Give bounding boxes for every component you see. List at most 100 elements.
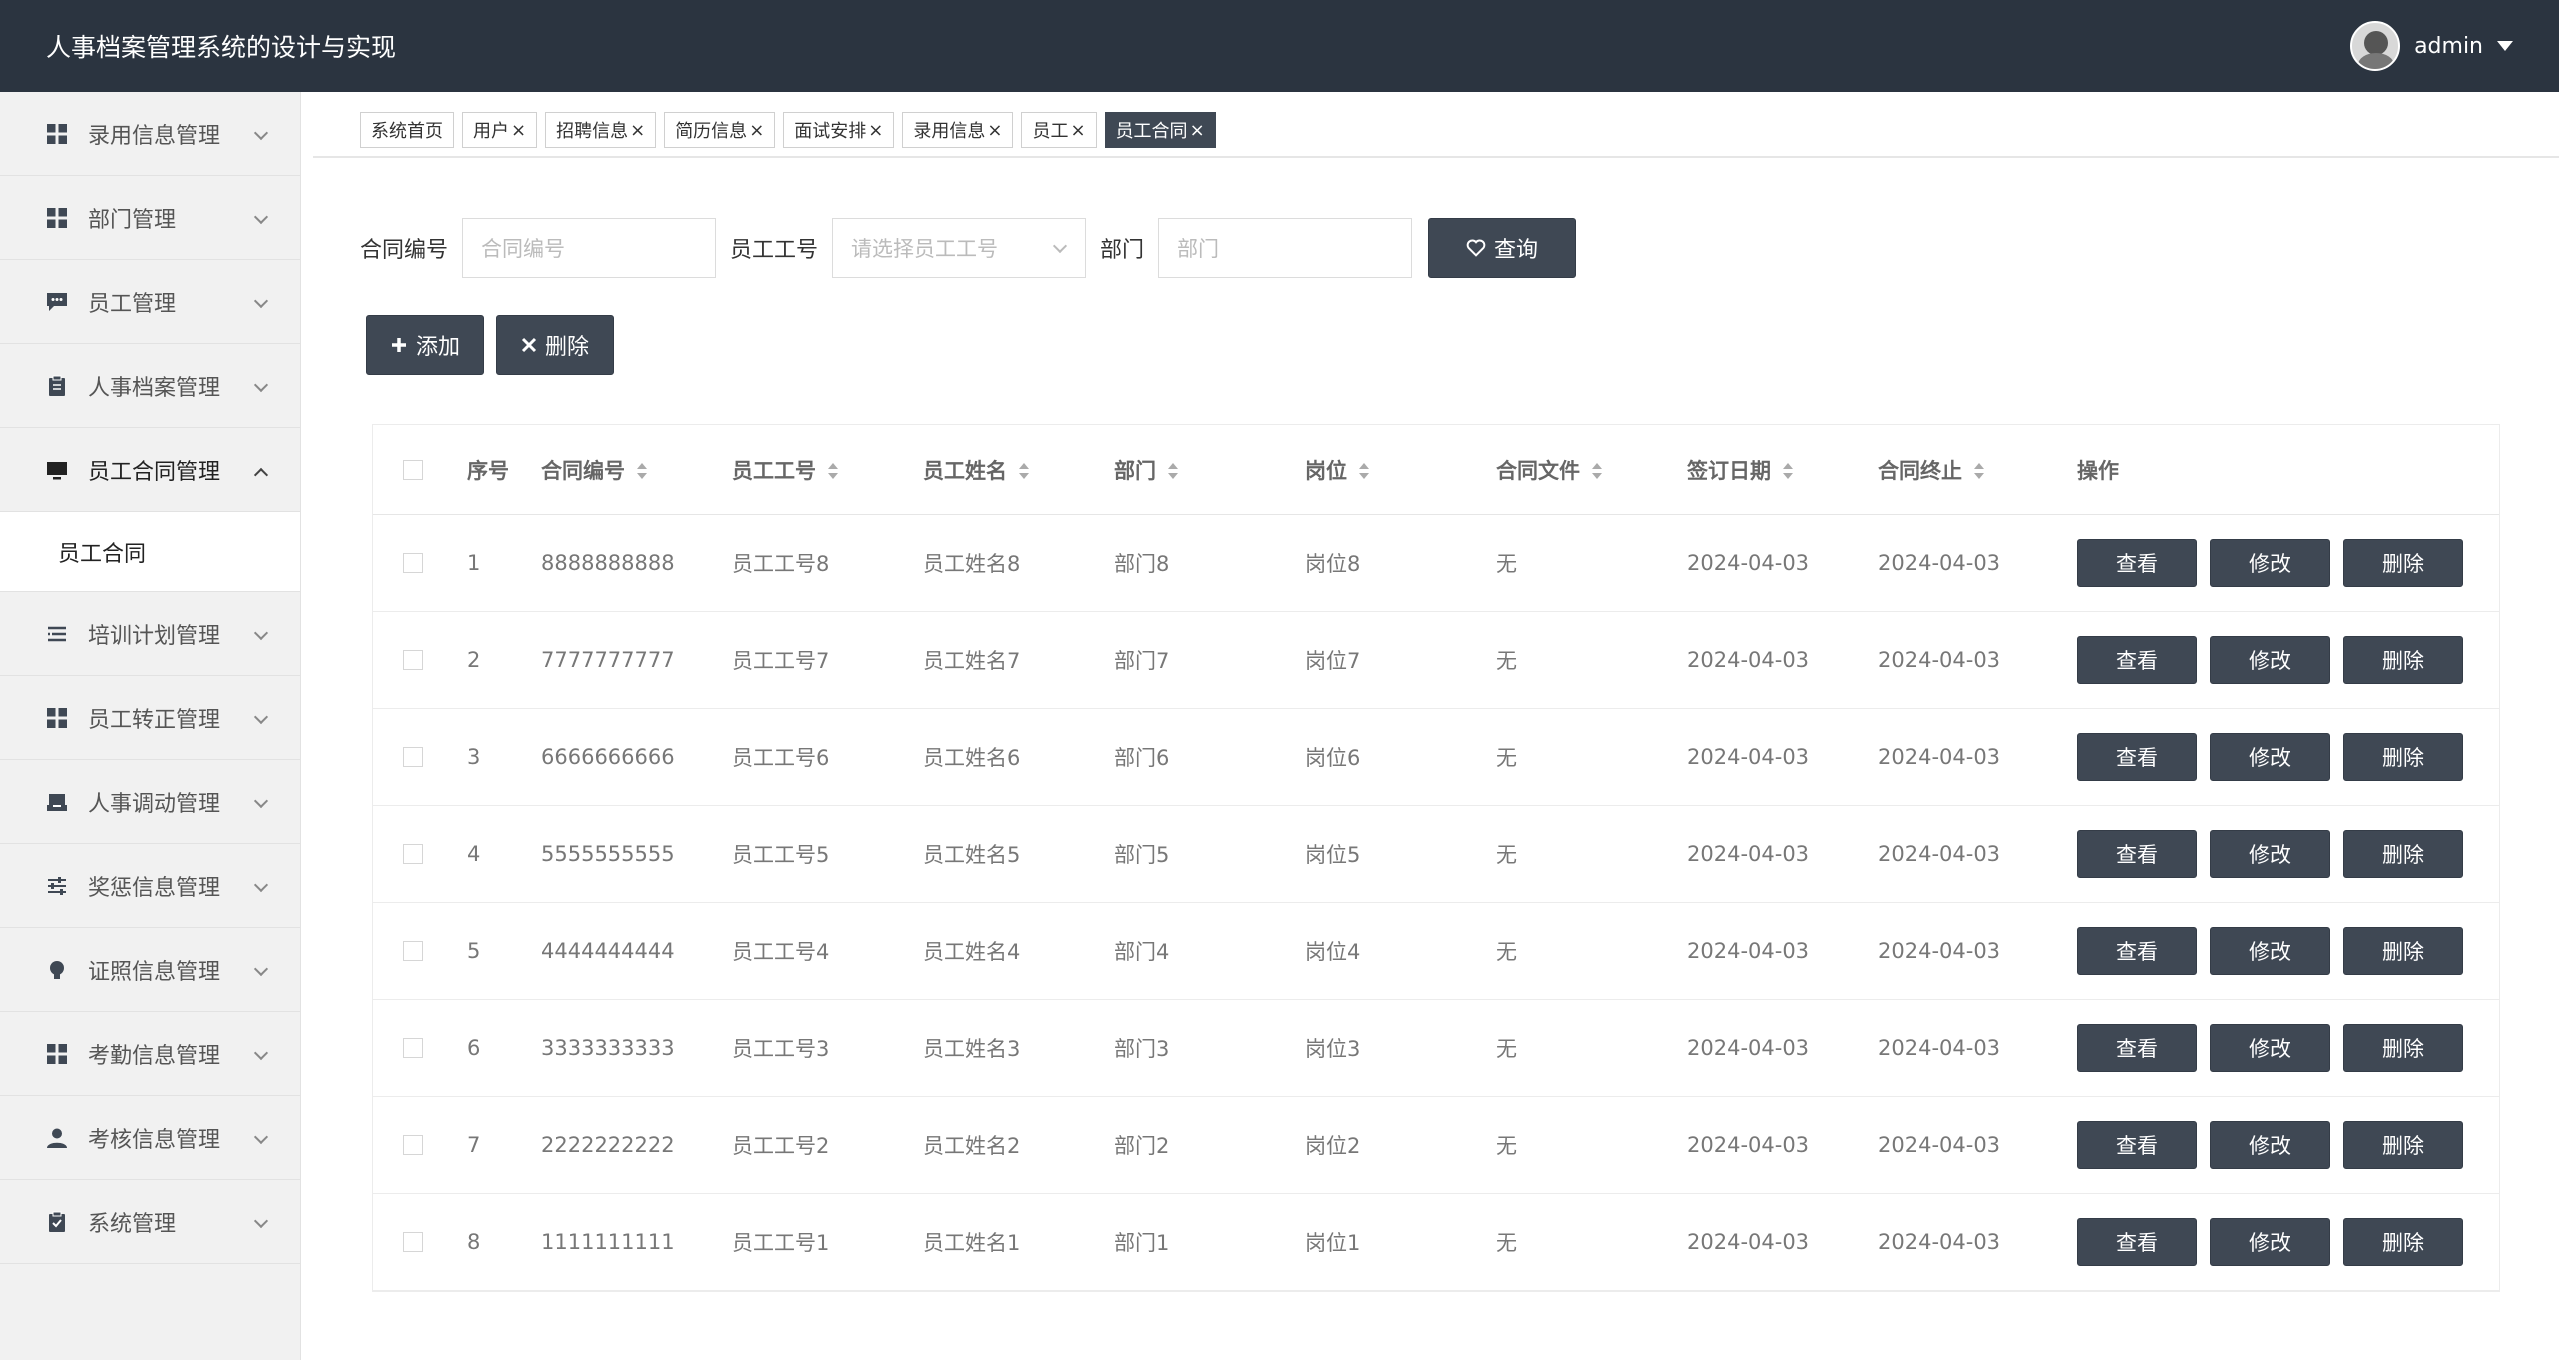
tab-7[interactable]: 员工合同 × — [1104, 112, 1216, 148]
sidebar-item-10[interactable]: 考勤信息管理 — [0, 1012, 300, 1096]
username-label[interactable]: admin — [2414, 34, 2483, 59]
row-checkbox[interactable] — [373, 553, 467, 573]
row-checkbox[interactable] — [373, 747, 467, 767]
th-sign-date[interactable]: 签订日期 — [1687, 455, 1878, 485]
checkbox-box[interactable] — [403, 941, 423, 961]
view-button[interactable]: 查看 — [2077, 733, 2197, 781]
checkbox-box[interactable] — [403, 1038, 423, 1058]
checkbox-box[interactable] — [403, 553, 423, 573]
tab-close-icon[interactable]: × — [511, 120, 526, 141]
view-button[interactable]: 查看 — [2077, 539, 2197, 587]
row-checkbox[interactable] — [373, 1038, 467, 1058]
th-emp-name[interactable]: 员工姓名 — [923, 455, 1114, 485]
emp-no-select[interactable]: 请选择员工工号 — [832, 218, 1087, 278]
tab-6[interactable]: 员工 × — [1021, 112, 1097, 148]
sort-icon[interactable] — [1974, 462, 1984, 481]
dept-input[interactable]: 部门 — [1158, 218, 1413, 278]
edit-button[interactable]: 修改 — [2210, 636, 2330, 684]
row-checkbox[interactable] — [373, 844, 467, 864]
checkbox-box[interactable] — [403, 650, 423, 670]
chevron-down-icon — [253, 293, 269, 309]
edit-button[interactable]: 修改 — [2210, 927, 2330, 975]
th-contract-no[interactable]: 合同编号 — [541, 455, 732, 485]
row-checkbox[interactable] — [373, 941, 467, 961]
view-button[interactable]: 查看 — [2077, 927, 2197, 975]
sidebar-item-8[interactable]: 奖惩信息管理 — [0, 844, 300, 928]
query-button[interactable]: 查询 — [1428, 218, 1577, 278]
row-delete-button[interactable]: 删除 — [2343, 636, 2463, 684]
sidebar-item-9[interactable]: 证照信息管理 — [0, 928, 300, 1012]
avatar[interactable] — [2350, 21, 2401, 71]
tab-close-icon[interactable]: × — [1070, 120, 1085, 141]
row-checkbox[interactable] — [373, 1232, 467, 1252]
th-emp-no[interactable]: 员工工号 — [732, 455, 923, 485]
sidebar-item-7[interactable]: 人事调动管理 — [0, 760, 300, 844]
sort-icon[interactable] — [1783, 462, 1793, 481]
sidebar-item-12[interactable]: 系统管理 — [0, 1180, 300, 1264]
row-delete-button[interactable]: 删除 — [2343, 733, 2463, 781]
sidebar-item-6[interactable]: 员工转正管理 — [0, 676, 300, 760]
caret-down-icon[interactable] — [2497, 41, 2513, 51]
checkbox-box[interactable] — [403, 459, 423, 480]
th-end-date[interactable]: 合同终止 — [1878, 455, 2069, 485]
sort-icon[interactable] — [637, 462, 647, 481]
row-delete-button[interactable]: 删除 — [2343, 927, 2463, 975]
edit-button[interactable]: 修改 — [2210, 733, 2330, 781]
view-button[interactable]: 查看 — [2077, 1121, 2197, 1169]
tab-3[interactable]: 简历信息 × — [664, 112, 776, 148]
th-position[interactable]: 岗位 — [1305, 455, 1496, 485]
add-button[interactable]: 添加 — [366, 315, 484, 375]
tab-close-icon[interactable]: × — [987, 120, 1002, 141]
view-button[interactable]: 查看 — [2077, 830, 2197, 878]
row-checkbox[interactable] — [373, 650, 467, 670]
tab-close-icon[interactable]: × — [1190, 120, 1205, 141]
view-button[interactable]: 查看 — [2077, 1024, 2197, 1072]
row-delete-button[interactable]: 删除 — [2343, 830, 2463, 878]
tab-4[interactable]: 面试安排 × — [783, 112, 895, 148]
row-delete-button[interactable]: 删除 — [2343, 1121, 2463, 1169]
edit-button[interactable]: 修改 — [2210, 830, 2330, 878]
row-delete-button[interactable]: 删除 — [2343, 1024, 2463, 1072]
checkbox-box[interactable] — [403, 747, 423, 767]
sidebar-item-2[interactable]: 员工管理 — [0, 260, 300, 344]
checkbox-box[interactable] — [403, 1232, 423, 1252]
user-menu[interactable]: admin — [2350, 21, 2513, 71]
submenu-item-contract[interactable]: 员工合同 — [0, 512, 300, 592]
th-dept-label: 部门 — [1114, 458, 1156, 483]
tab-close-icon[interactable]: × — [868, 120, 883, 141]
th-dept[interactable]: 部门 — [1114, 455, 1305, 485]
row-delete-button[interactable]: 删除 — [2343, 1218, 2463, 1266]
th-file[interactable]: 合同文件 — [1496, 455, 1687, 485]
tab-1[interactable]: 用户 × — [462, 112, 538, 148]
contract-no-input[interactable]: 合同编号 — [462, 218, 717, 278]
sidebar-item-4[interactable]: 员工合同管理 — [0, 428, 300, 512]
checkbox-box[interactable] — [403, 1135, 423, 1155]
sort-icon[interactable] — [1359, 462, 1369, 481]
sort-icon[interactable] — [1019, 462, 1029, 481]
sidebar-item-11[interactable]: 考核信息管理 — [0, 1096, 300, 1180]
sidebar-item-1[interactable]: 部门管理 — [0, 176, 300, 260]
row-checkbox[interactable] — [373, 1135, 467, 1155]
edit-button[interactable]: 修改 — [2210, 1218, 2330, 1266]
tab-close-icon[interactable]: × — [630, 120, 645, 141]
cell-dept: 部门1 — [1114, 1231, 1170, 1255]
sort-icon[interactable] — [1168, 462, 1178, 481]
delete-button[interactable]: 删除 — [496, 315, 614, 375]
sort-icon[interactable] — [828, 462, 838, 481]
sort-icon[interactable] — [1592, 462, 1602, 481]
tab-5[interactable]: 录用信息 × — [902, 112, 1014, 148]
edit-button[interactable]: 修改 — [2210, 1024, 2330, 1072]
checkbox-box[interactable] — [403, 844, 423, 864]
sidebar-item-3[interactable]: 人事档案管理 — [0, 344, 300, 428]
row-delete-button[interactable]: 删除 — [2343, 539, 2463, 587]
view-button[interactable]: 查看 — [2077, 636, 2197, 684]
tab-close-icon[interactable]: × — [749, 120, 764, 141]
view-button[interactable]: 查看 — [2077, 1218, 2197, 1266]
tab-2[interactable]: 招聘信息 × — [545, 112, 657, 148]
sidebar-item-5[interactable]: 培训计划管理 — [0, 592, 300, 676]
sidebar-item-0[interactable]: 录用信息管理 — [0, 92, 300, 176]
edit-button[interactable]: 修改 — [2210, 1121, 2330, 1169]
edit-button[interactable]: 修改 — [2210, 539, 2330, 587]
select-all-checkbox[interactable] — [373, 459, 467, 480]
tab-0[interactable]: 系统首页 — [360, 112, 454, 148]
